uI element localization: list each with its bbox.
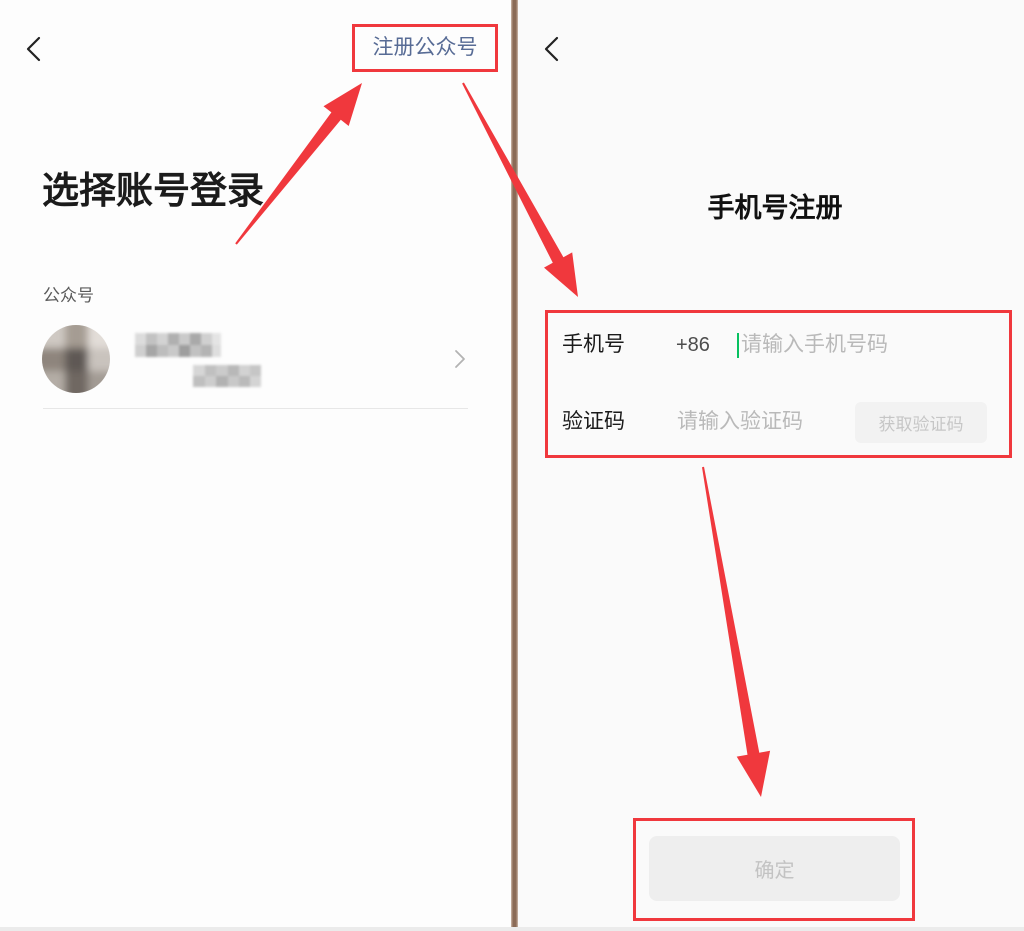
phone-input[interactable] (741, 330, 991, 360)
register-official-account-link[interactable]: 注册公众号 (360, 34, 490, 62)
tutorial-screenshot: 注册公众号 选择账号登录 公众号 手机号注册 手机号 +86 请输入手机号码 验… (0, 0, 1024, 931)
back-button[interactable] (540, 32, 564, 66)
chevron-left-icon (26, 36, 41, 62)
panel-divider (511, 0, 518, 931)
account-row[interactable] (42, 322, 468, 396)
chevron-right-icon (455, 350, 465, 368)
blurred-account-name (135, 333, 221, 357)
get-verification-code-button[interactable]: 获取验证码 (855, 402, 987, 443)
text-cursor (737, 333, 739, 358)
confirm-button[interactable]: 确定 (649, 836, 900, 901)
phone-register-screen: 手机号注册 手机号 +86 验证码 获取验证码 确定 (518, 0, 1024, 927)
chevron-left-icon (544, 36, 559, 62)
blurred-account-id (193, 365, 261, 387)
screenshot-bottom-edge (0, 927, 1024, 931)
verification-code-input[interactable] (677, 407, 847, 437)
section-label: 公众号 (43, 286, 94, 305)
page-title: 选择账号登录 (42, 170, 264, 211)
phone-label: 手机号 (562, 333, 625, 356)
back-button[interactable] (22, 32, 46, 66)
avatar (42, 325, 110, 393)
verification-code-label: 验证码 (562, 410, 625, 433)
divider (43, 408, 468, 409)
country-code[interactable]: +86 (676, 330, 732, 360)
page-title: 手机号注册 (707, 193, 843, 223)
login-screen: 注册公众号 选择账号登录 公众号 (0, 0, 511, 927)
